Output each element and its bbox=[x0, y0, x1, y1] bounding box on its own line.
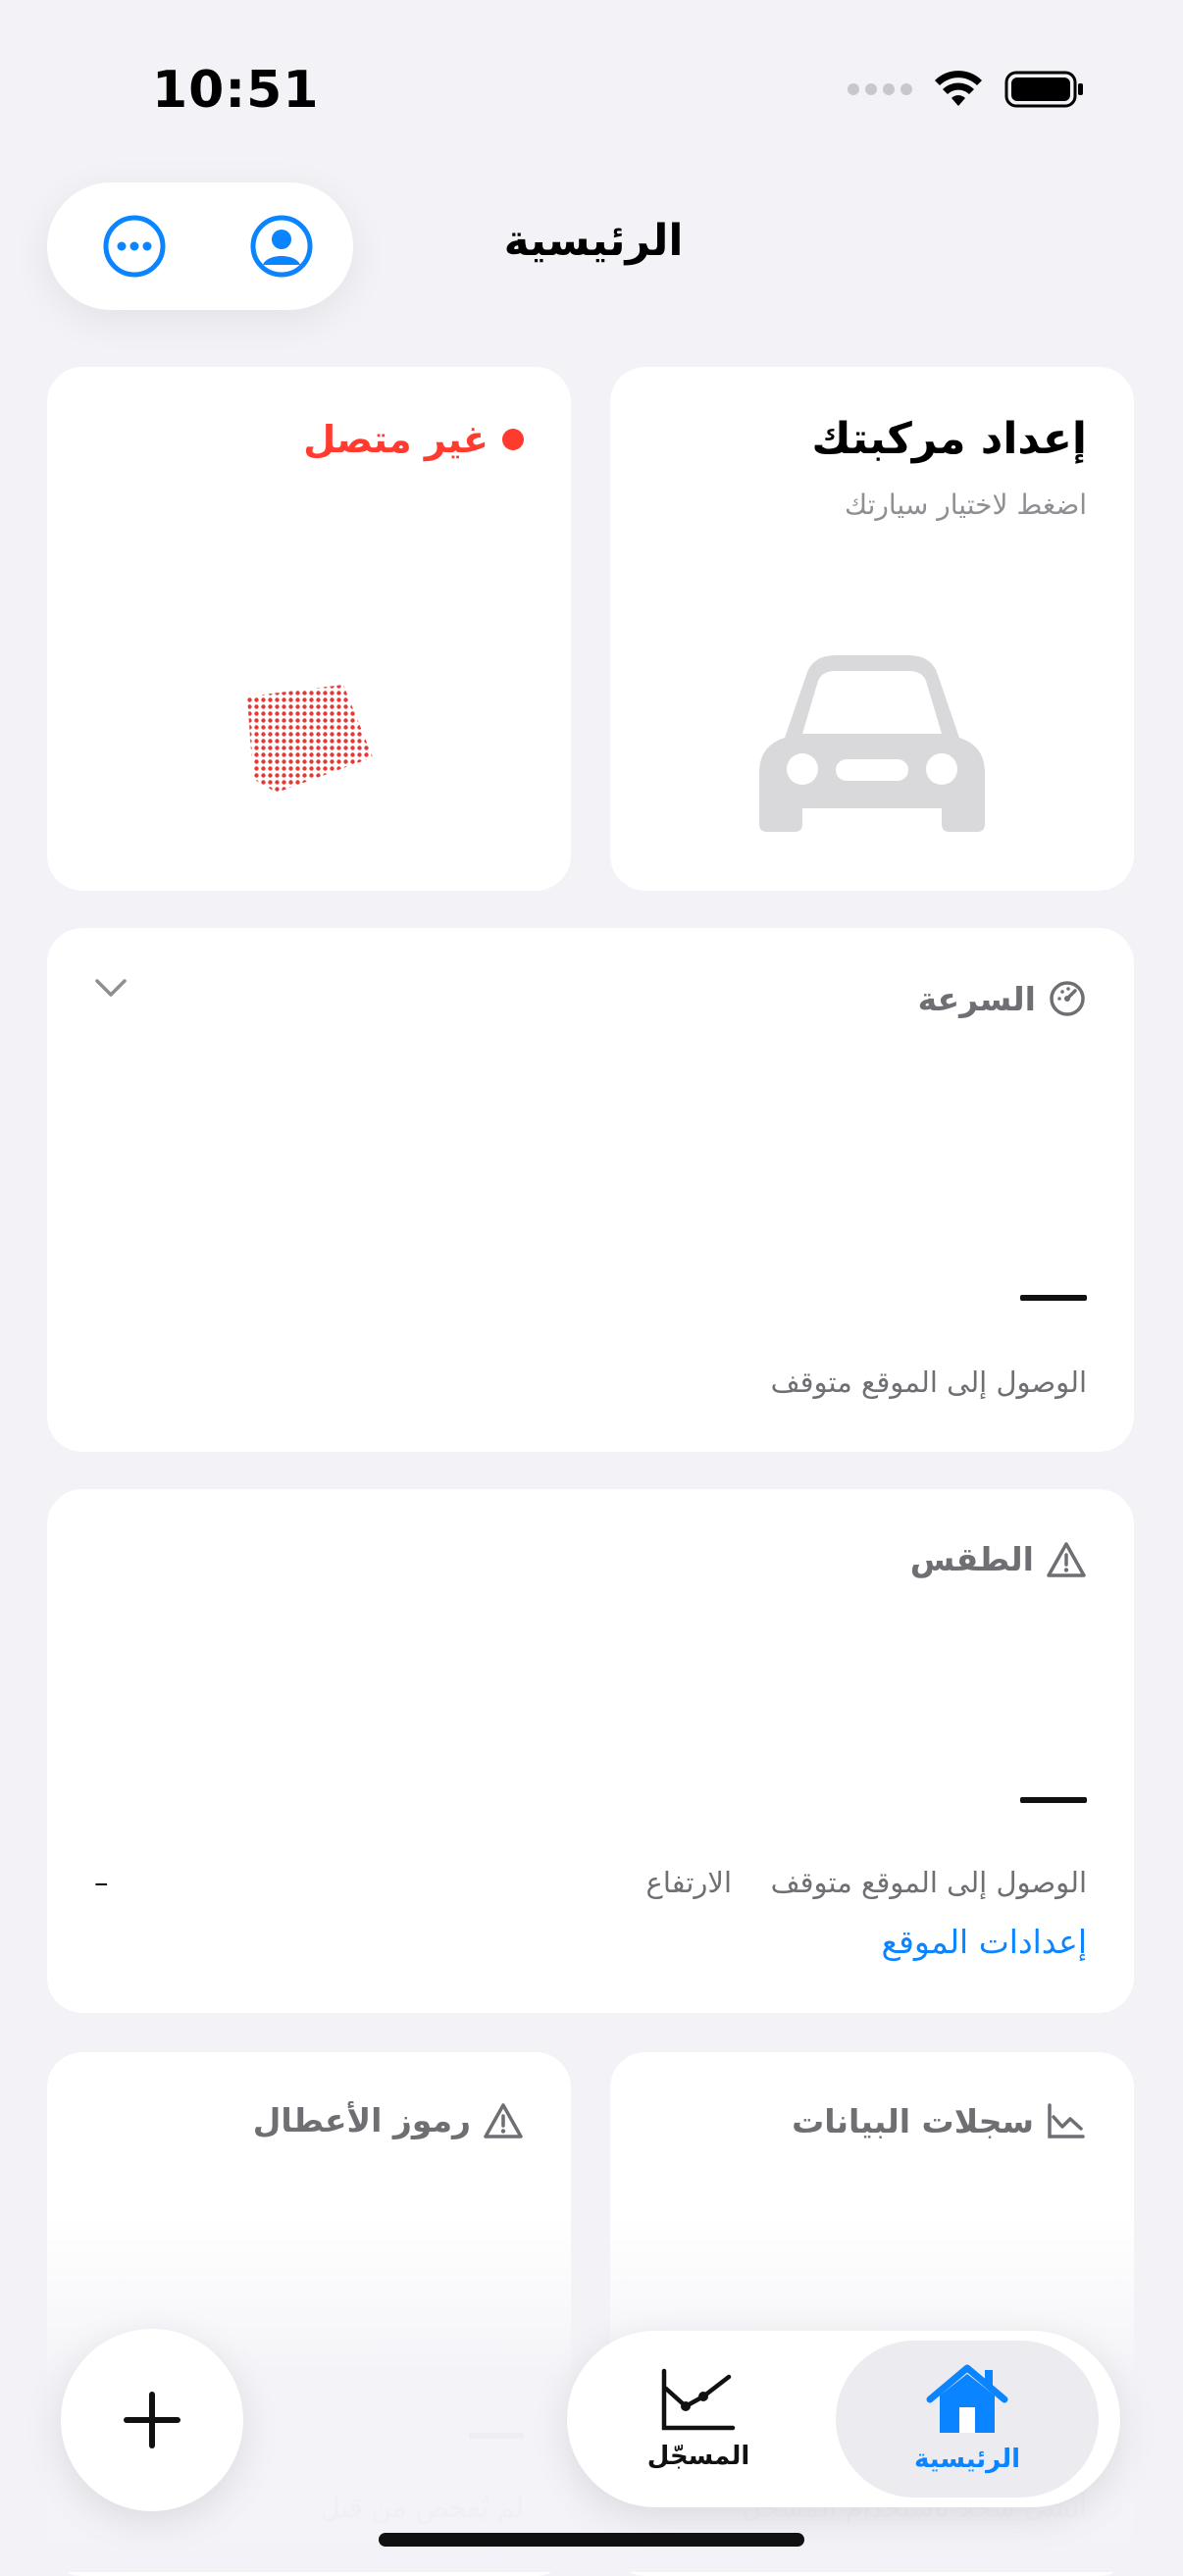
dtc-value bbox=[469, 2433, 524, 2439]
logs-card-title: سجلات البيانات bbox=[792, 2101, 1087, 2140]
warning-triangle-icon bbox=[484, 2102, 523, 2138]
tab-home-label: الرئيسية bbox=[913, 2445, 1021, 2474]
plus-icon bbox=[124, 2392, 180, 2448]
connection-status: غير متصل bbox=[303, 418, 524, 461]
speed-value bbox=[1020, 1295, 1087, 1301]
battery-icon bbox=[1004, 71, 1083, 108]
status-icons bbox=[848, 71, 1085, 108]
weather-card[interactable]: الطقس الوصول إلى الموقع متوقف الارتفاع –… bbox=[47, 1489, 1134, 2013]
weather-card-title: الطقس bbox=[910, 1540, 1087, 1578]
connection-status-label: غير متصل bbox=[303, 418, 489, 461]
status-bar: 10:51 bbox=[0, 0, 1183, 186]
dtc-title-label: رموز الأعطال bbox=[252, 2101, 471, 2139]
status-dot bbox=[502, 429, 524, 450]
dtc-empty-note: لم يُفحص من قبل bbox=[320, 2492, 524, 2524]
tab-logger[interactable]: المسجّل bbox=[567, 2341, 830, 2498]
speedometer-icon bbox=[1050, 981, 1085, 1016]
chart-icon bbox=[1048, 2103, 1085, 2138]
logger-chart-icon bbox=[661, 2368, 736, 2431]
home-indicator bbox=[379, 2533, 804, 2547]
logs-title-label: سجلات البيانات bbox=[792, 2101, 1034, 2140]
speed-card[interactable]: السرعة الوصول إلى الموقع متوقف bbox=[47, 928, 1134, 1452]
weather-location-note: الوصول إلى الموقع متوقف bbox=[770, 1866, 1087, 1899]
speed-location-note: الوصول إلى الموقع متوقف bbox=[770, 1365, 1087, 1399]
person-circle-icon bbox=[250, 215, 313, 278]
wifi-icon bbox=[935, 71, 982, 106]
dtc-card-title: رموز الأعطال bbox=[253, 2101, 524, 2139]
vehicle-card-subtitle: اضغط لاختيار سيارتك bbox=[844, 489, 1087, 521]
header-actions bbox=[47, 182, 353, 310]
location-settings-link[interactable]: إعدادات الموقع bbox=[882, 1923, 1087, 1961]
more-button[interactable] bbox=[102, 214, 167, 279]
car-icon bbox=[759, 655, 985, 832]
speed-title-label: السرعة bbox=[917, 979, 1036, 1018]
tab-home[interactable]: الرئيسية bbox=[836, 2341, 1099, 2498]
cellular-signal-icon bbox=[848, 83, 912, 95]
altitude-label: الارتفاع bbox=[645, 1866, 732, 1899]
profile-button[interactable] bbox=[249, 214, 314, 279]
tab-logger-label: المسجّل bbox=[646, 2442, 750, 2471]
tab-bar: الرئيسية المسجّل bbox=[567, 2331, 1120, 2507]
chevron-down-icon[interactable] bbox=[94, 977, 128, 999]
ellipsis-circle-icon bbox=[103, 215, 166, 278]
page-title: الرئيسية bbox=[503, 216, 684, 266]
weather-value bbox=[1020, 1797, 1087, 1803]
weather-title-label: الطقس bbox=[909, 1540, 1034, 1578]
house-icon bbox=[926, 2364, 1008, 2433]
speed-card-title: السرعة bbox=[918, 979, 1087, 1018]
altitude-value: – bbox=[94, 1866, 109, 1899]
status-time: 10:51 bbox=[152, 61, 320, 120]
connection-card[interactable]: غير متصل bbox=[47, 367, 571, 891]
add-button[interactable] bbox=[61, 2329, 243, 2511]
vehicle-setup-card[interactable]: إعداد مركبتك اضغط لاختيار سيارتك bbox=[610, 367, 1134, 891]
obd-adapter-icon bbox=[247, 685, 373, 793]
vehicle-card-title: إعداد مركبتك bbox=[811, 414, 1087, 464]
warning-triangle-icon bbox=[1047, 1541, 1086, 1577]
